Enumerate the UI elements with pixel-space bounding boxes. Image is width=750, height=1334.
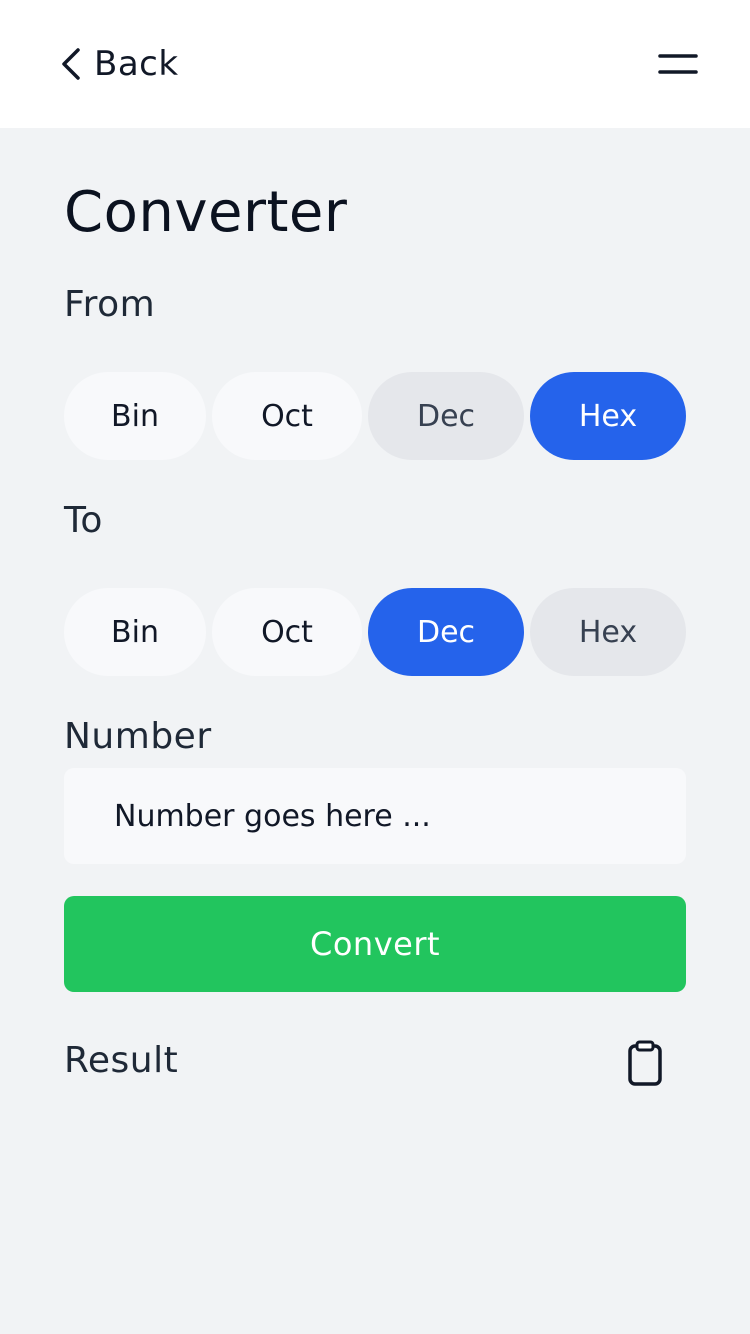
clipboard-icon	[624, 1040, 668, 1088]
to-option-bin[interactable]: Bin	[64, 588, 206, 676]
chevron-left-icon	[58, 44, 84, 84]
back-label: Back	[94, 44, 179, 84]
to-option-oct[interactable]: Oct	[212, 588, 362, 676]
from-option-oct[interactable]: Oct	[212, 372, 362, 460]
menu-icon	[654, 46, 702, 82]
page-title: Converter	[64, 180, 348, 245]
convert-button[interactable]: Convert	[64, 896, 686, 992]
from-option-hex[interactable]: Hex	[530, 372, 686, 460]
from-option-dec[interactable]: Dec	[368, 372, 524, 460]
from-option-bin[interactable]: Bin	[64, 372, 206, 460]
number-label: Number	[64, 716, 212, 757]
to-option-hex[interactable]: Hex	[530, 588, 686, 676]
copy-result-button[interactable]	[624, 1040, 668, 1088]
number-input[interactable]	[64, 768, 686, 864]
result-label: Result	[64, 1040, 179, 1081]
to-label: To	[64, 500, 103, 541]
back-button[interactable]: Back	[58, 40, 179, 88]
to-option-dec[interactable]: Dec	[368, 588, 524, 676]
top-bar: Back	[0, 0, 750, 128]
from-label: From	[64, 284, 156, 325]
menu-button[interactable]	[654, 46, 702, 82]
